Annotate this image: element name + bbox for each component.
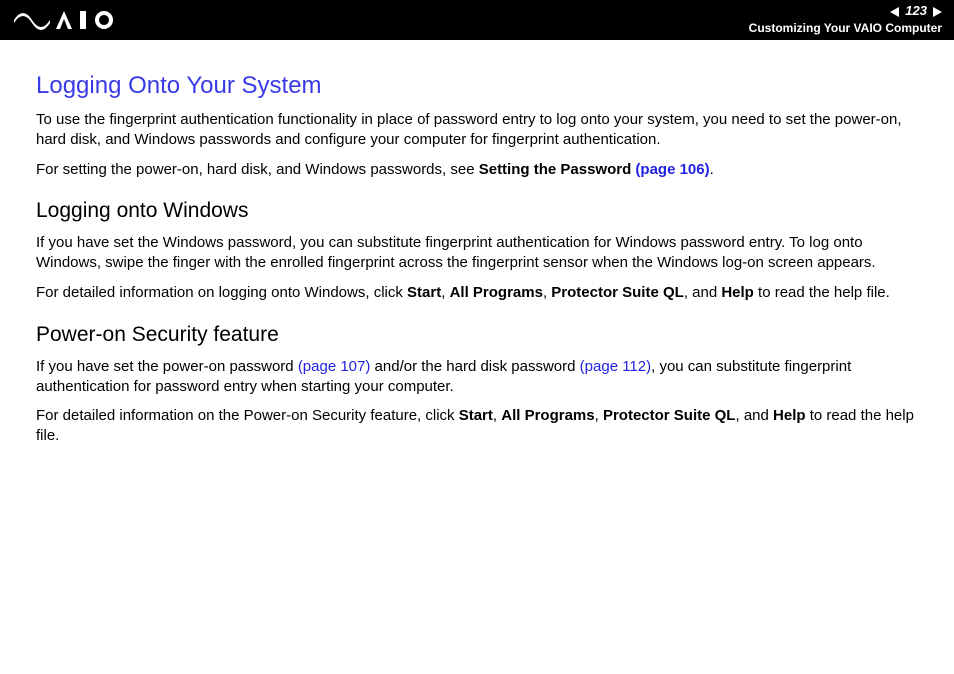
text: . [710,161,714,178]
link-page-107[interactable]: (page 107) [298,358,371,375]
bold-all-programs: All Programs [501,407,594,424]
page-number: 123 [905,4,927,19]
text: , [595,407,603,424]
setting-password-bold: Setting the Password [479,161,636,178]
bold-protector-suite: Protector Suite QL [551,284,684,301]
section-title: Customizing Your VAIO Computer [749,22,942,36]
prev-page-icon[interactable] [890,7,899,17]
windows-paragraph-1: If you have set the Windows password, yo… [36,233,930,273]
bold-all-programs: All Programs [450,284,543,301]
text: For detailed information on logging onto… [36,284,407,301]
text: For setting the power-on, hard disk, and… [36,161,479,178]
bold-start: Start [407,284,441,301]
vaio-logo-svg [14,9,124,31]
text: , and [735,407,773,424]
link-page-106[interactable]: (page 106) [635,161,709,178]
vaio-logo [14,8,124,32]
intro-paragraph-1: To use the fingerprint authentication fu… [36,110,930,150]
link-page-112[interactable]: (page 112) [580,358,651,375]
header-right: 123 Customizing Your VAIO Computer [749,4,942,35]
text: , [441,284,449,301]
bold-protector-suite: Protector Suite QL [603,407,736,424]
page-nav: 123 [890,4,942,19]
subheading-power-on: Power-on Security feature [36,323,930,347]
text: , [493,407,501,424]
power-on-paragraph-2: For detailed information on the Power-on… [36,406,930,446]
text: to read the help file. [754,284,890,301]
next-page-icon[interactable] [933,7,942,17]
page-title: Logging Onto Your System [36,72,930,100]
intro-paragraph-2: For setting the power-on, hard disk, and… [36,160,930,180]
page-content: Logging Onto Your System To use the fing… [0,40,954,446]
power-on-paragraph-1: If you have set the power-on password (p… [36,357,930,397]
windows-paragraph-2: For detailed information on logging onto… [36,283,930,303]
text: , and [684,284,722,301]
subheading-logging-windows: Logging onto Windows [36,199,930,223]
text: For detailed information on the Power-on… [36,407,459,424]
text: If you have set the power-on password [36,358,298,375]
text: and/or the hard disk password [370,358,579,375]
bold-help: Help [773,407,806,424]
bold-help: Help [721,284,754,301]
bold-start: Start [459,407,493,424]
header-bar: 123 Customizing Your VAIO Computer [0,0,954,40]
